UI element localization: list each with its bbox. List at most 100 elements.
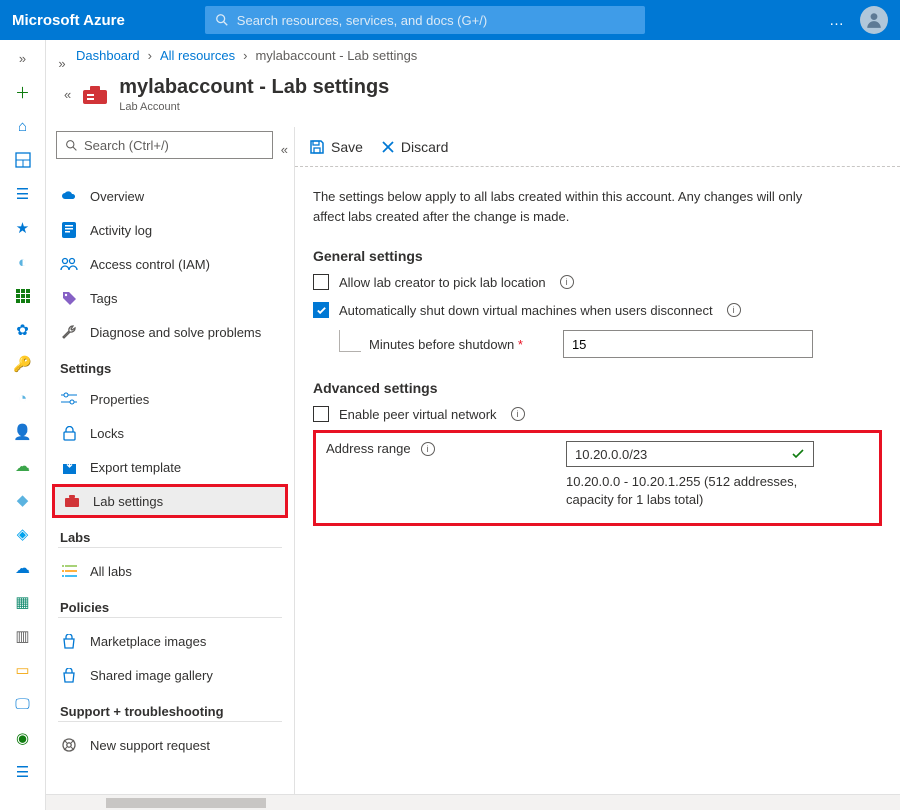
rail-dashboard[interactable]	[13, 150, 33, 170]
label-auto-shutdown: Automatically shut down virtual machines…	[339, 303, 713, 318]
address-range-input[interactable]: 10.20.0.0/23	[566, 441, 814, 467]
detail-pane: Save Discard The settings below apply to…	[294, 127, 900, 794]
rail-create[interactable]: ＋	[13, 82, 33, 102]
topbar: Microsoft Azure Search resources, servic…	[0, 0, 900, 40]
checkbox-auto-shutdown[interactable]	[313, 302, 329, 318]
divider	[58, 721, 282, 722]
discard-button[interactable]: Discard	[381, 139, 448, 155]
column-expand[interactable]: »	[58, 56, 65, 71]
rail-item-9[interactable]: ◈	[13, 524, 33, 544]
chevron-right-icon: ›	[243, 48, 247, 63]
person-icon	[865, 11, 883, 29]
menu-search[interactable]: Search (Ctrl+/)	[56, 131, 273, 159]
global-search-placeholder: Search resources, services, and docs (G+…	[237, 13, 487, 28]
rail-item-11[interactable]: ▦	[13, 592, 33, 612]
horizontal-scrollbar[interactable]	[46, 794, 900, 810]
info-icon[interactable]: i	[421, 442, 435, 456]
label-pick-location: Allow lab creator to pick lab location	[339, 275, 546, 290]
save-icon	[309, 139, 325, 155]
menu-overview[interactable]: Overview	[52, 179, 288, 213]
label-minutes: Minutes before shutdown *	[369, 337, 523, 352]
resource-title: mylabaccount - Lab settings	[119, 76, 389, 99]
rail-item-3[interactable]: ✿	[13, 320, 33, 340]
more-menu[interactable]: …	[829, 12, 846, 29]
advanced-settings-heading: Advanced settings	[313, 380, 882, 396]
menu-access-control[interactable]: Access control (IAM)	[52, 247, 288, 281]
checkbox-pick-location[interactable]	[313, 274, 329, 290]
menu-tags[interactable]: Tags	[52, 281, 288, 315]
list-icon	[60, 562, 78, 580]
rail-item-12[interactable]: ▥	[13, 626, 33, 646]
rail-item-2[interactable]	[13, 286, 33, 306]
address-range-block: Address range i 10.20.0.0/23 10.20.0.0 -…	[313, 430, 882, 526]
scrollbar-thumb[interactable]	[106, 798, 266, 808]
log-icon	[60, 221, 78, 239]
export-icon	[60, 458, 78, 476]
connector-line	[339, 330, 361, 352]
rail-expand[interactable]: »	[13, 48, 33, 68]
rail-item-4[interactable]: 🔑	[13, 354, 33, 374]
rail-item-5[interactable]: ◔	[13, 388, 33, 408]
check-icon	[791, 447, 805, 461]
account-avatar[interactable]	[860, 6, 888, 34]
address-range-description: 10.20.0.0 - 10.20.1.255 (512 addresses, …	[566, 473, 826, 509]
check-icon	[316, 305, 327, 316]
rail-list[interactable]: ☰	[13, 184, 33, 204]
search-icon	[215, 13, 229, 27]
rail-item-14[interactable]: 🖵	[13, 694, 33, 714]
menu-group-settings: Settings	[52, 349, 288, 382]
menu-all-labs[interactable]: All labs	[52, 554, 288, 588]
info-icon[interactable]: i	[511, 407, 525, 421]
collapse-blade[interactable]: «	[64, 87, 71, 102]
rail-item-8[interactable]: ◆	[13, 490, 33, 510]
resource-header: « mylabaccount - Lab settings Lab Accoun…	[46, 70, 900, 127]
intro-text: The settings below apply to all labs cre…	[313, 187, 833, 226]
divider	[58, 617, 282, 618]
wrench-icon	[60, 323, 78, 341]
bag-icon	[60, 666, 78, 684]
rail-item-6[interactable]: 👤	[13, 422, 33, 442]
menu-lab-settings[interactable]: Lab settings	[52, 484, 288, 518]
rail-item-10[interactable]: ☁	[13, 558, 33, 578]
resource-subtitle: Lab Account	[119, 101, 389, 113]
general-settings-heading: General settings	[313, 248, 882, 264]
menu-new-support-request[interactable]: New support request	[52, 728, 288, 762]
label-enable-peer: Enable peer virtual network	[339, 407, 497, 422]
checkbox-enable-peer[interactable]	[313, 406, 329, 422]
info-icon[interactable]: i	[727, 303, 741, 317]
breadcrumb-all-resources[interactable]: All resources	[160, 48, 235, 63]
sliders-icon	[60, 390, 78, 408]
menu-shared-image-gallery[interactable]: Shared image gallery	[52, 658, 288, 692]
info-icon[interactable]: i	[560, 275, 574, 289]
rail-home[interactable]: ⌂	[13, 116, 33, 136]
menu-collapse[interactable]: «	[281, 142, 288, 157]
menu-locks[interactable]: Locks	[52, 416, 288, 450]
close-icon	[381, 140, 395, 154]
divider	[58, 547, 282, 548]
menu-marketplace-images[interactable]: Marketplace images	[52, 624, 288, 658]
rail-favorite[interactable]: ★	[13, 218, 33, 238]
menu-properties[interactable]: Properties	[52, 382, 288, 416]
minutes-input[interactable]	[563, 330, 813, 358]
rail-item-15[interactable]: ◉	[13, 728, 33, 748]
left-rail: » ＋ ⌂ ☰ ★ ◐ ✿ 🔑 ◔ 👤 ☁ ◆ ◈ ☁ ▦ ▥ ▭ 🖵 ◉ ☰	[0, 40, 46, 810]
menu-diagnose[interactable]: Diagnose and solve problems	[52, 315, 288, 349]
bag-icon	[60, 632, 78, 650]
menu-export-template[interactable]: Export template	[52, 450, 288, 484]
save-button[interactable]: Save	[309, 139, 363, 155]
people-icon	[60, 255, 78, 273]
global-search[interactable]: Search resources, services, and docs (G+…	[205, 6, 645, 34]
breadcrumb-dashboard[interactable]: Dashboard	[76, 48, 140, 63]
command-bar: Save Discard	[295, 127, 900, 167]
cloud-icon	[60, 187, 78, 205]
lab-account-icon	[81, 84, 109, 106]
rail-item-13[interactable]: ▭	[13, 660, 33, 680]
menu-search-placeholder: Search (Ctrl+/)	[84, 138, 169, 153]
menu-activity-log[interactable]: Activity log	[52, 213, 288, 247]
chevron-right-icon: ›	[148, 48, 152, 63]
lock-icon	[60, 424, 78, 442]
search-icon	[65, 139, 78, 152]
rail-item-1[interactable]: ◐	[13, 252, 33, 272]
rail-item-7[interactable]: ☁	[13, 456, 33, 476]
rail-item-16[interactable]: ☰	[13, 762, 33, 782]
